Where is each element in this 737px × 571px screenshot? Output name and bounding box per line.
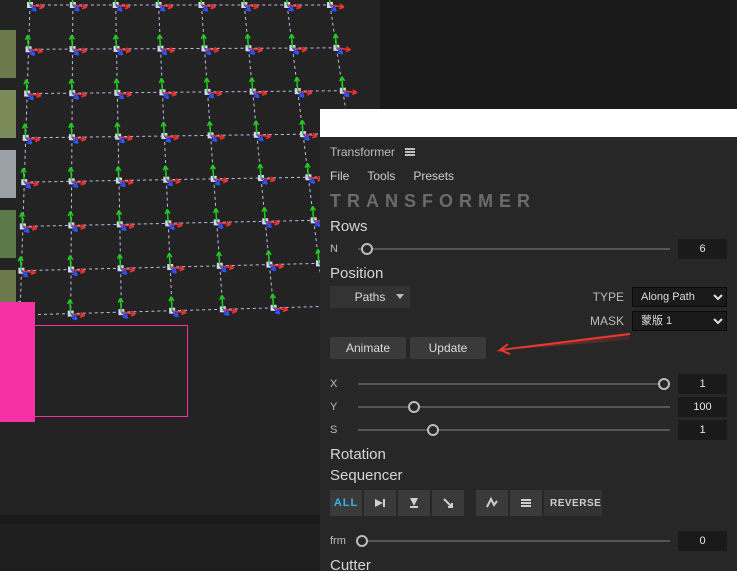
frm-slider[interactable] (362, 534, 670, 548)
x-value[interactable] (678, 374, 727, 394)
s-slider[interactable] (358, 423, 670, 437)
divider-strip (320, 109, 737, 137)
mask-select[interactable]: 蒙版 1 (632, 311, 727, 331)
update-button[interactable]: Update (410, 337, 486, 359)
logo-text: TRANSFORMER (330, 191, 727, 212)
x-slider[interactable] (358, 377, 670, 391)
center-icon (519, 496, 533, 510)
panel-menu-icon[interactable] (405, 148, 415, 156)
sequencer-buttons: ALL REVERSE (330, 490, 727, 516)
menu-presets[interactable]: Presets (413, 169, 454, 183)
type-label: TYPE (584, 290, 624, 304)
frm-label: frm (330, 535, 354, 547)
y-slider[interactable] (358, 400, 670, 414)
animate-button[interactable]: Animate (330, 337, 406, 359)
chevron-down-icon (396, 294, 404, 299)
s-value[interactable] (678, 420, 727, 440)
transformer-panel: Transformer File Tools Presets TRANSFORM… (320, 137, 737, 571)
mask-label: MASK (584, 314, 624, 328)
arrow-down-icon (407, 496, 421, 510)
paths-button[interactable]: Paths (330, 286, 410, 308)
random-icon (485, 496, 499, 510)
menubar: File Tools Presets (330, 165, 727, 189)
x-label: X (330, 378, 350, 390)
cutter-heading: Cutter (330, 557, 727, 571)
menu-file[interactable]: File (330, 169, 349, 183)
reverse-button[interactable]: REVERSE (544, 490, 602, 516)
rotation-heading: Rotation (330, 446, 727, 463)
arrow-diag-icon (441, 496, 455, 510)
y-value[interactable] (678, 397, 727, 417)
type-select[interactable]: Along Path (632, 287, 727, 307)
rows-n-value[interactable] (678, 239, 727, 259)
seq-down-button[interactable] (398, 490, 430, 516)
sequencer-heading: Sequencer (330, 467, 727, 484)
position-heading: Position (330, 265, 727, 282)
rows-n-slider[interactable] (358, 242, 670, 256)
seq-diag-button[interactable] (432, 490, 464, 516)
rows-heading: Rows (330, 218, 727, 235)
selection-bounds (22, 325, 188, 417)
seq-all-button[interactable]: ALL (330, 490, 362, 516)
s-label: S (330, 424, 350, 436)
seq-right-button[interactable] (364, 490, 396, 516)
rows-n-label: N (330, 243, 350, 255)
menu-tools[interactable]: Tools (367, 169, 395, 183)
arrow-right-icon (373, 496, 387, 510)
seq-center-button[interactable] (510, 490, 542, 516)
y-label: Y (330, 401, 350, 413)
paths-button-label: Paths (355, 290, 386, 304)
frm-value[interactable] (678, 531, 727, 551)
viewport-footer (0, 524, 320, 571)
seq-random-button[interactable] (476, 490, 508, 516)
panel-title: Transformer (330, 145, 395, 159)
